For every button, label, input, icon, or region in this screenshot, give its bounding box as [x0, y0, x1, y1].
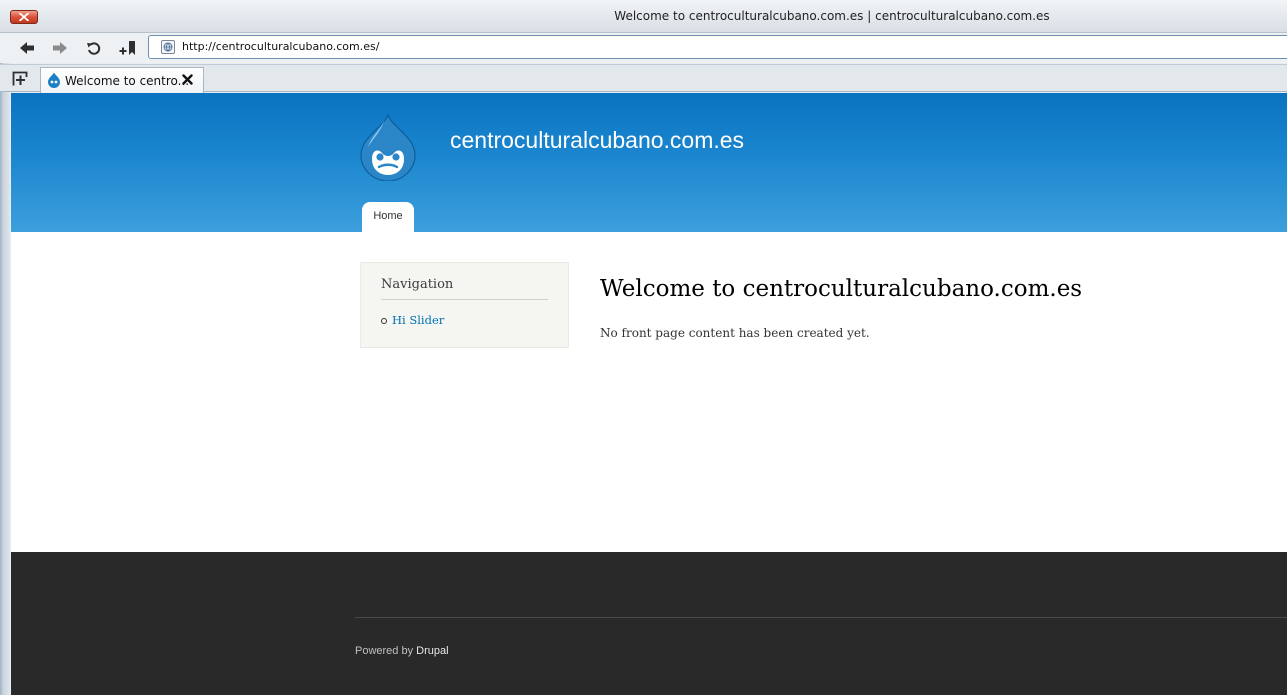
front-page-message: No front page content has been created y… [600, 326, 870, 340]
arrow-left-icon [20, 42, 34, 54]
url-input[interactable]: http://centroculturalcubano.com.es/ [182, 40, 379, 53]
arrow-right-icon [53, 42, 67, 54]
tab-welcome[interactable]: Welcome to centro... [40, 67, 204, 93]
powered-by-label: Powered by [355, 645, 414, 657]
site-name-link[interactable]: centroculturalcubano.com.es [450, 127, 744, 154]
footer-divider [355, 617, 1287, 618]
bookmark-add-icon [119, 41, 135, 55]
drupal-link[interactable]: Drupal [416, 645, 448, 657]
address-bar[interactable]: http://centroculturalcubano.com.es/ [148, 35, 1287, 59]
back-button[interactable] [16, 37, 38, 59]
list-bullet [381, 318, 387, 324]
drupal-logo-icon[interactable] [357, 113, 419, 181]
window-close-button[interactable] [10, 10, 38, 24]
navigation-block: Navigation Hi Slider [360, 262, 569, 348]
window-left-edge [0, 0, 10, 695]
site-footer: Powered by Drupal [11, 552, 1287, 695]
nav-link-hi-slider[interactable]: Hi Slider [392, 313, 444, 327]
powered-by-text: Powered by Drupal [355, 645, 449, 657]
title-bar: Welcome to centroculturalcubano.com.es |… [0, 0, 1287, 33]
reload-icon [87, 42, 101, 55]
new-tab-button[interactable] [12, 71, 28, 87]
reload-button[interactable] [83, 37, 105, 59]
window-title: Welcome to centroculturalcubano.com.es |… [614, 9, 1050, 23]
block-title-divider [381, 299, 548, 300]
globe-icon [161, 40, 175, 54]
tab-label: Welcome to centro... [65, 74, 190, 88]
page-viewport: centroculturalcubano.com.es Home Navigat… [11, 93, 1287, 695]
navigation-toolbar: http://centroculturalcubano.com.es/ [0, 33, 1287, 63]
navigation-block-title: Navigation [381, 277, 454, 292]
page-title: Welcome to centroculturalcubano.com.es [600, 276, 1083, 302]
new-tab-icon [12, 71, 28, 86]
drupal-drop-icon [48, 72, 60, 88]
main-menu-home-label: Home [373, 210, 403, 222]
main-menu-home-tab[interactable]: Home [362, 202, 414, 232]
forward-button[interactable] [49, 37, 71, 59]
close-icon [19, 13, 29, 21]
close-icon[interactable] [182, 74, 193, 85]
site-header: centroculturalcubano.com.es Home [11, 93, 1287, 232]
bookmark-add-button[interactable] [116, 37, 138, 59]
tab-bar: Welcome to centro... [0, 64, 1287, 93]
